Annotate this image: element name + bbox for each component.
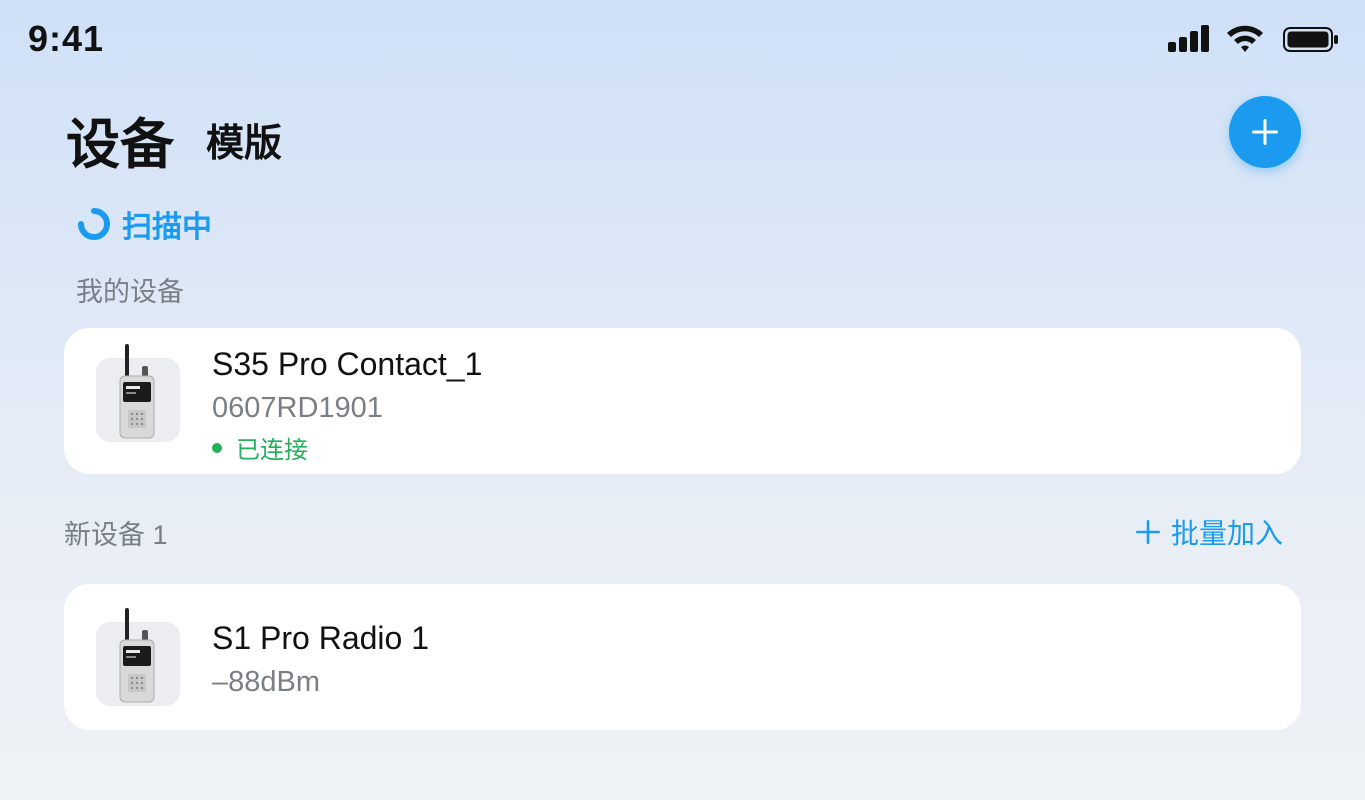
device-signal-strength: –88dBm bbox=[212, 666, 321, 698]
wifi-icon bbox=[1225, 23, 1265, 53]
battery-icon bbox=[1283, 27, 1339, 52]
walkie-talkie-icon bbox=[96, 344, 180, 442]
connection-status: 已连接 bbox=[212, 430, 308, 465]
status-bar: 9:41 bbox=[0, 0, 1365, 80]
walkie-talkie-icon bbox=[96, 608, 180, 706]
page-title[interactable]: 设备 bbox=[66, 100, 174, 179]
device-card-my-device[interactable]: S35 Pro Contact_1 0607RD1901 已连接 bbox=[64, 328, 1301, 474]
section-label-new-devices: 新设备 1 bbox=[64, 520, 168, 550]
status-time: 9:41 bbox=[28, 18, 105, 59]
device-serial: 0607RD1901 bbox=[212, 392, 383, 424]
scanning-indicator: 扫描中 bbox=[76, 202, 212, 246]
status-dot-icon bbox=[212, 442, 222, 453]
connection-status-label: 已连接 bbox=[236, 437, 308, 464]
device-name: S1 Pro Radio 1 bbox=[212, 620, 430, 656]
device-card-new-device[interactable]: S1 Pro Radio 1 –88dBm bbox=[64, 584, 1301, 730]
scanning-label: 扫描中 bbox=[122, 211, 212, 244]
add-device-button[interactable] bbox=[1229, 96, 1301, 168]
loading-spinner-icon bbox=[78, 208, 110, 240]
plus-icon bbox=[1252, 119, 1278, 145]
tab-template[interactable]: 模版 bbox=[206, 112, 282, 167]
cellular-signal-icon bbox=[1168, 25, 1210, 52]
device-name: S35 Pro Contact_1 bbox=[212, 346, 483, 382]
plus-icon bbox=[1136, 520, 1160, 544]
section-label-my-devices: 我的设备 bbox=[76, 277, 184, 307]
batch-add-label: 批量加入 bbox=[1171, 518, 1284, 549]
batch-add-button[interactable]: 批量加入 bbox=[1135, 512, 1283, 552]
